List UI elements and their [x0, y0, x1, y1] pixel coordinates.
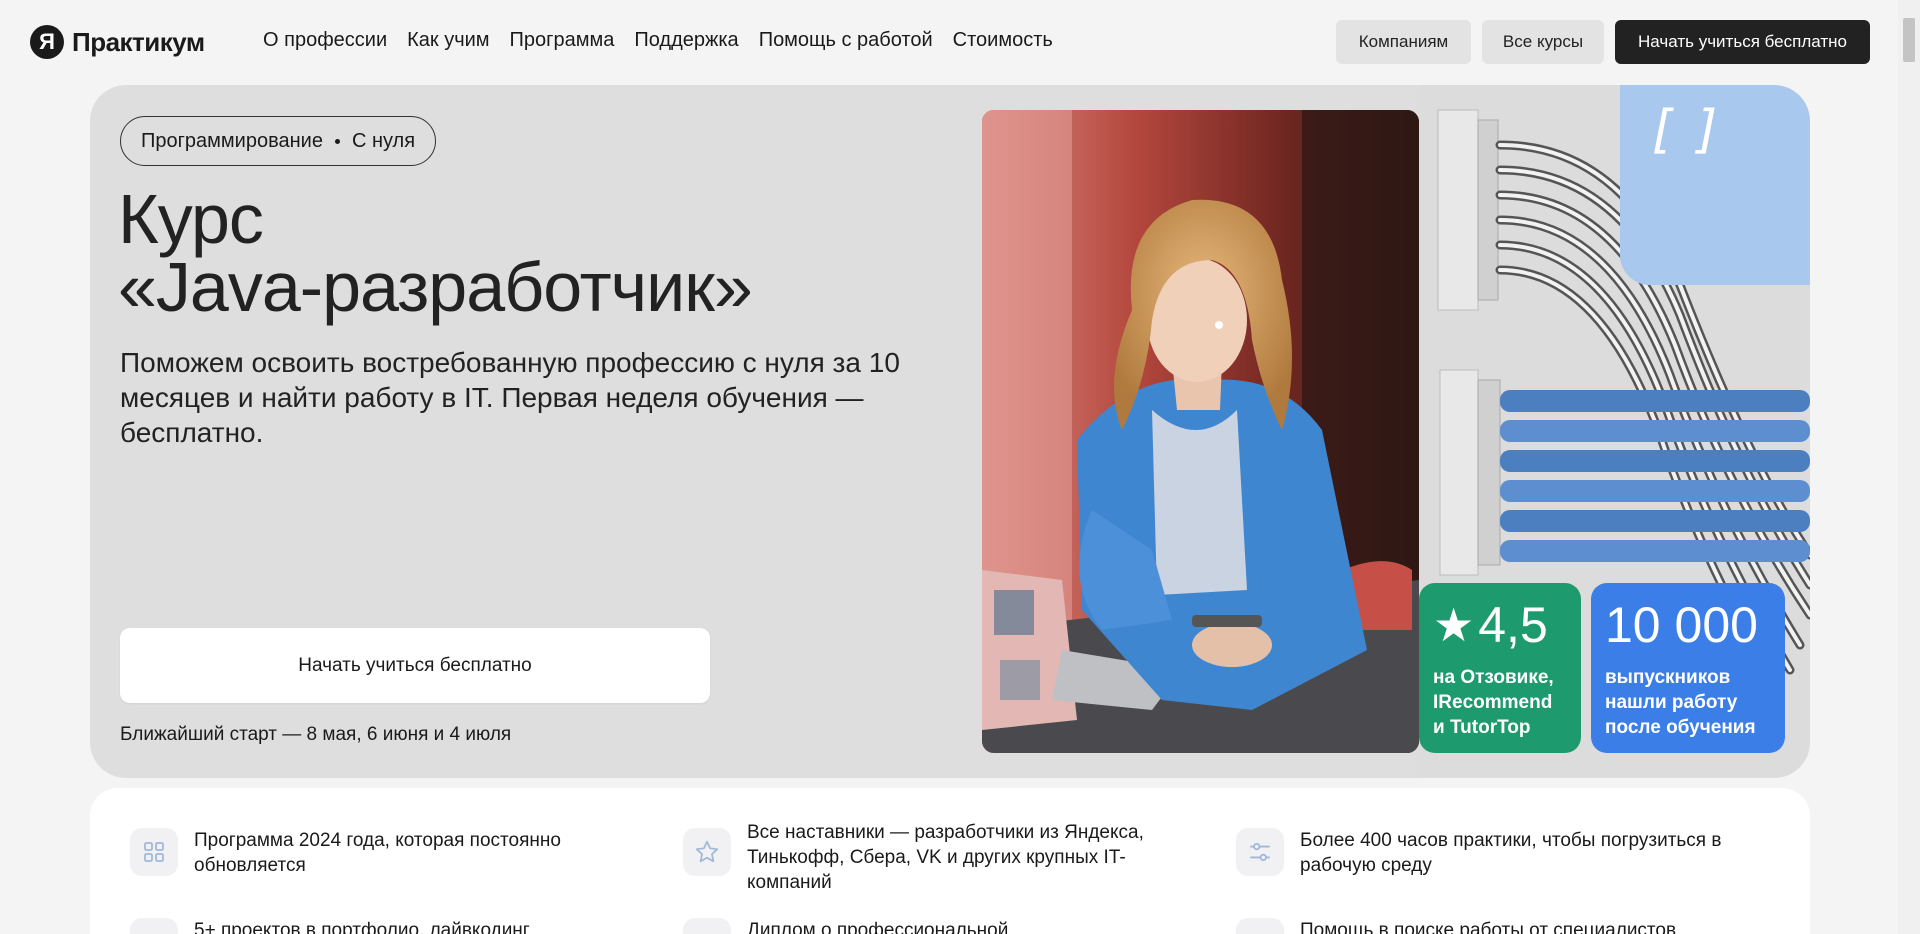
site-header: Я Практикум О профессии Как учим Програм… [0, 0, 1920, 84]
nav-price[interactable]: Стоимость [953, 29, 1053, 52]
page-scrollbar[interactable] [1898, 0, 1920, 934]
yandex-logo-icon: Я [30, 25, 64, 59]
feature-item: Помощь в поиске работы от специалистов [1236, 918, 1726, 934]
companies-button[interactable]: Компаниям [1336, 20, 1471, 64]
grid-icon [130, 828, 178, 876]
feature-item: Все наставники — разработчики из Яндекса… [683, 820, 1173, 895]
start-dates: Ближайший старт — 8 мая, 6 июня и 4 июля [120, 724, 512, 745]
job-icon [1236, 918, 1284, 934]
feature-text: Программа 2024 года, которая постоянно о… [194, 830, 561, 876]
feature-text: 5+ проектов в портфолио, лайвкодинг [194, 920, 530, 934]
diploma-icon [683, 918, 731, 934]
logo-text: Практикум [72, 26, 205, 57]
nav-how-we-teach[interactable]: Как учим [407, 29, 489, 52]
title-line-2: «Java-разработчик» [118, 248, 753, 326]
feature-item: Программа 2024 года, которая постоянно о… [130, 828, 620, 878]
rating-value: 4,5 [1478, 597, 1548, 653]
features-section: Программа 2024 года, которая постоянно о… [90, 788, 1810, 934]
feature-item: 5+ проектов в портфолио, лайвкодинг [130, 918, 620, 934]
feature-item: Диплом о профессиональной [683, 918, 1173, 934]
scrollbar-thumb[interactable] [1903, 18, 1915, 62]
tag-category: Программирование [141, 129, 323, 152]
main-nav: О профессии Как учим Программа Поддержка… [263, 29, 1053, 52]
rating-card: ★ 4,5 на Отзовике, IRecommend и TutorTop [1419, 583, 1581, 753]
nav-program[interactable]: Программа [510, 29, 615, 52]
feature-item: Более 400 часов практики, чтобы погрузит… [1236, 828, 1726, 878]
start-free-button[interactable]: Начать учиться бесплатно [1615, 20, 1870, 64]
graduates-description: выпускников нашли работу после обучения [1605, 667, 1756, 738]
portfolio-icon [130, 918, 178, 934]
feature-text: Помощь в поиске работы от специалистов [1300, 920, 1677, 934]
student-photo [982, 110, 1419, 753]
star-icon [683, 828, 731, 876]
nav-support[interactable]: Поддержка [634, 29, 738, 52]
title-line-1: Курс [118, 180, 264, 258]
page-title: Курс «Java-разработчик» [118, 184, 1018, 322]
tag-separator-dot [334, 138, 340, 144]
sliders-icon [1236, 828, 1284, 876]
hero-start-button[interactable]: Начать учиться бесплатно [120, 628, 710, 703]
nav-job-help[interactable]: Помощь с работой [759, 29, 933, 52]
student-illustration [982, 110, 1419, 753]
star-icon: ★ [1433, 599, 1475, 651]
rating-description: на Отзовике, IRecommend и TutorTop [1433, 667, 1554, 738]
graduates-card: 10 000 выпускников нашли работу после об… [1591, 583, 1785, 753]
praktikum-logo[interactable]: Я Практикум [30, 25, 205, 59]
feature-text: Более 400 часов практики, чтобы погрузит… [1300, 830, 1722, 876]
tag-level: С нуля [351, 129, 416, 152]
nav-about-profession[interactable]: О профессии [263, 29, 387, 52]
all-courses-button[interactable]: Все курсы [1482, 20, 1604, 64]
feature-text: Диплом о профессиональной [747, 920, 1009, 934]
brackets-logo: [ ] [1652, 100, 1722, 160]
graduates-value: 10 000 [1605, 597, 1758, 653]
hero-subtitle: Поможем освоить востребованную профессию… [120, 347, 900, 448]
feature-text: Все наставники — разработчики из Яндекса… [747, 822, 1144, 893]
course-tag: Программирование С нуля [120, 116, 437, 166]
